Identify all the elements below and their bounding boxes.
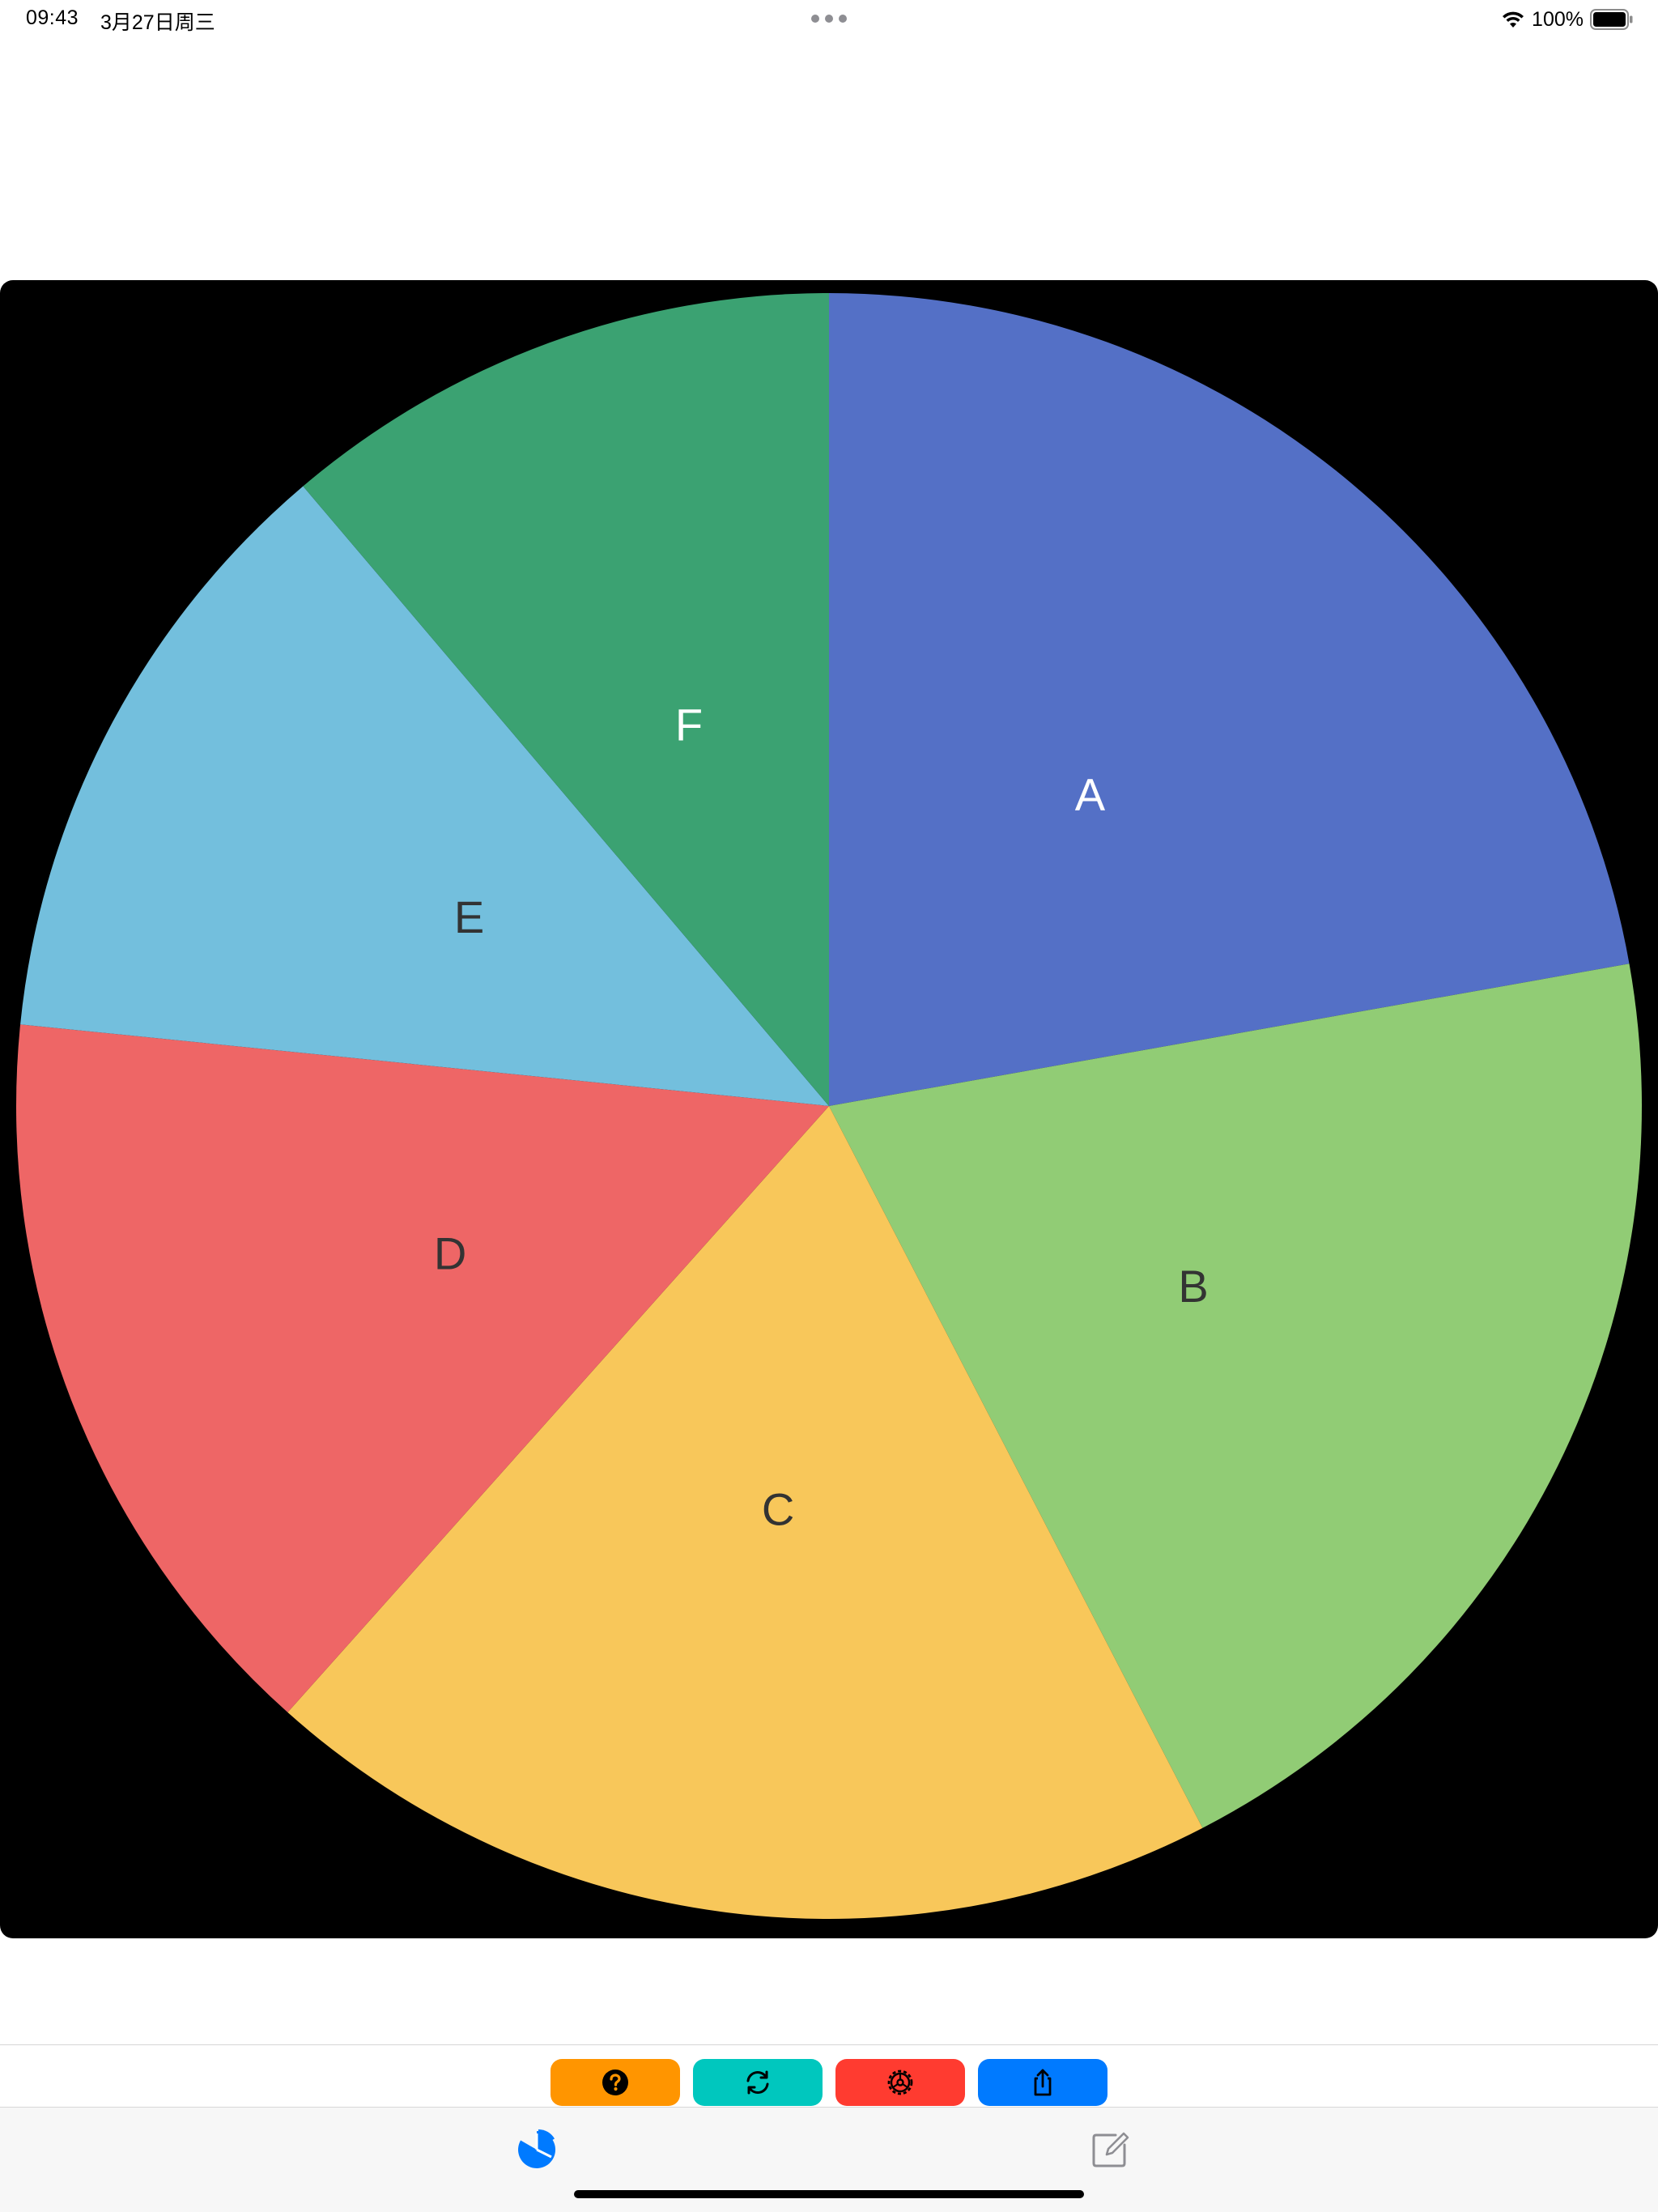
multitasking-dots-icon[interactable] <box>811 15 847 23</box>
slice-label-b: B <box>1178 1261 1208 1312</box>
toolbar-divider <box>0 2044 1658 2045</box>
refresh-button[interactable] <box>693 2059 823 2106</box>
gear-icon <box>887 2069 913 2095</box>
share-button[interactable] <box>978 2059 1107 2106</box>
tab-edit[interactable] <box>1086 2125 1134 2174</box>
help-button[interactable] <box>551 2059 680 2106</box>
status-date: 3月27日周三 <box>100 11 215 34</box>
wifi-icon <box>1503 11 1524 28</box>
app-screen: 09:43 3月27日周三 100% A B C D E F <box>0 0 1658 2212</box>
slice-label-d: D <box>434 1227 466 1278</box>
status-bar: 09:43 3月27日周三 100% <box>0 0 1658 39</box>
tab-chart[interactable] <box>512 2125 561 2174</box>
home-indicator <box>574 2190 1084 2198</box>
slice-label-a: A <box>1075 769 1106 820</box>
battery-icon <box>1590 9 1633 30</box>
slice-label-e: E <box>454 891 484 942</box>
refresh-icon <box>746 2070 769 2095</box>
share-icon <box>1034 2069 1052 2096</box>
slice-label-f: F <box>675 699 703 750</box>
settings-button[interactable] <box>835 2059 965 2106</box>
status-indicators: 100% <box>1501 5 1634 34</box>
pie-chart: A B C D E F <box>0 280 1658 1938</box>
slice-label-c: C <box>762 1484 794 1535</box>
edit-icon <box>1092 2132 1129 2167</box>
question-circle-icon <box>602 2069 628 2095</box>
pie-chart-canvas: A B C D E F <box>16 293 1642 1919</box>
pie-chart-icon <box>518 2129 556 2168</box>
pie-slice-a[interactable] <box>829 293 1630 1106</box>
battery-percentage: 100% <box>1532 7 1584 31</box>
status-time: 09:43 <box>26 6 79 29</box>
action-toolbar <box>0 2059 1658 2106</box>
